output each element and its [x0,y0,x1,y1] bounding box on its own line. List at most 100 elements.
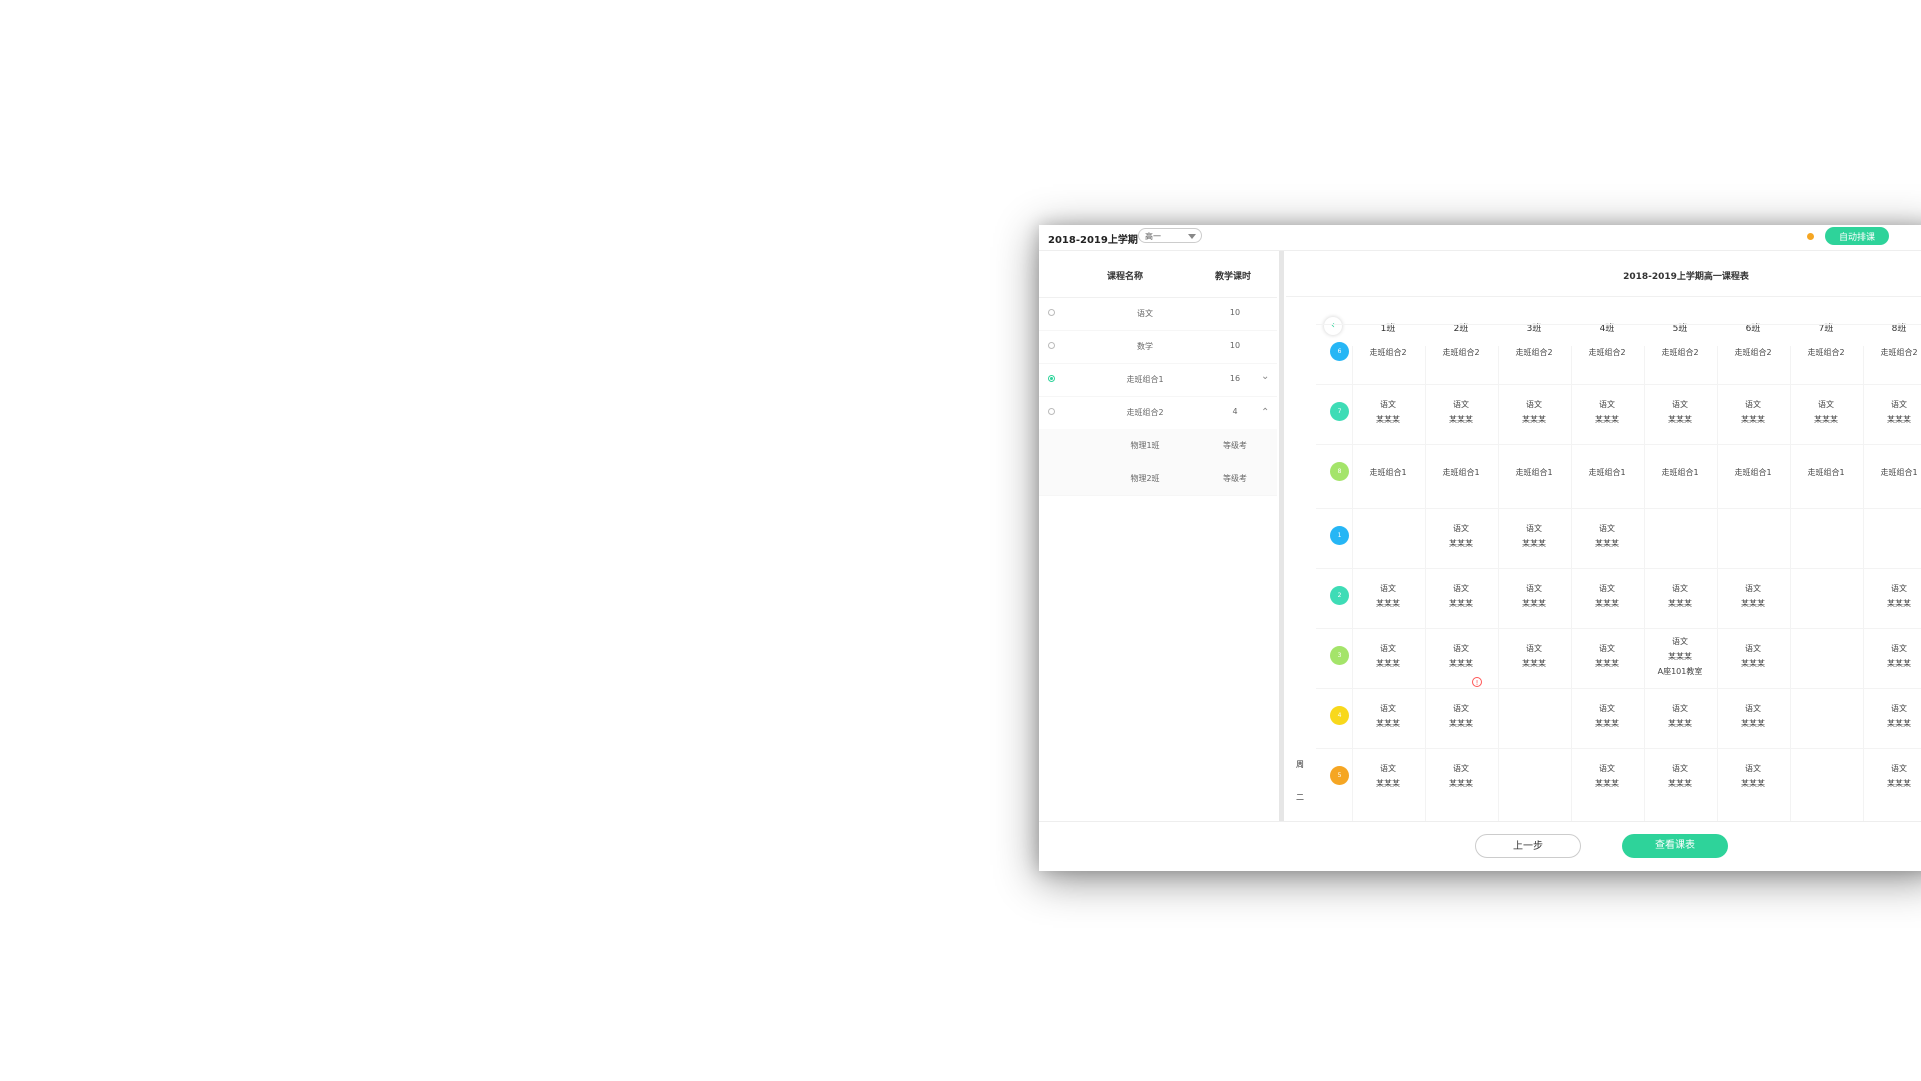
cell-text: 语文 [1891,764,1907,773]
alert-icon[interactable]: ! [1472,677,1482,687]
timetable-cell[interactable]: 语文 某某某 [1574,761,1640,791]
cell-text: 某某某 [1668,599,1692,608]
timetable-cell[interactable]: 走班组合1 [1720,465,1786,480]
timetable-cell[interactable]: 走班组合1 [1428,465,1494,480]
timetable-cell[interactable]: 语文 某某某 [1866,397,1921,427]
week-label: 二 [1296,793,1304,802]
sub-course-row[interactable]: 物理1班 等级考 [1039,429,1277,463]
chevron-down-icon[interactable]: ⌄ [1261,371,1269,382]
timetable-cell[interactable]: 语文 某某某 [1866,581,1921,611]
cell-text: 语文 [1599,524,1615,533]
grade-select[interactable]: 高一 [1138,228,1202,243]
timetable-cell[interactable]: 语文 某某某 [1355,701,1421,731]
timetable-cell[interactable]: 语文 某某某 [1647,761,1713,791]
cell-text: 语文 [1526,524,1542,533]
timetable-cell[interactable]: 语文 某某某 [1574,521,1640,551]
timetable-cell[interactable]: 语文 某某某 [1574,701,1640,731]
chevron-up-icon[interactable]: ⌃ [1261,407,1269,418]
timetable-cell[interactable]: 语文 某某某 [1866,641,1921,671]
cell-text: 某某某 [1887,415,1911,424]
timetable-cell[interactable]: 语文 某某某 [1574,581,1640,611]
period-number-badge: 1 [1330,526,1349,545]
period-number-badge: 6 [1330,342,1349,361]
course-row[interactable]: 数学 10 [1039,330,1277,364]
timetable-cell[interactable]: 语文 某某某 [1866,701,1921,731]
timetable-cell[interactable]: 语文 某某某 [1574,397,1640,427]
timetable-cell[interactable]: 语文 某某某 [1501,641,1567,671]
cell-text: 走班组合2 [1442,347,1480,357]
timetable-cell[interactable]: 走班组合2 [1720,345,1786,360]
timetable-cell[interactable]: 语文 某某某 [1720,761,1786,791]
grade-select-value: 高一 [1145,232,1161,241]
timetable-cell[interactable]: 走班组合2 [1793,345,1859,360]
timetable-cell[interactable]: 语文 某某某 [1793,397,1859,427]
cell-text: 某某某 [1376,719,1400,728]
timetable-cell[interactable]: 语文 某某某 A座101教室 [1647,634,1713,679]
course-row[interactable]: 走班组合2 4 ⌃ [1039,396,1277,430]
cell-text: 走班组合2 [1515,347,1553,357]
radio-button[interactable] [1048,342,1055,349]
timetable-cell[interactable]: 语文 某某某 [1355,397,1421,427]
chevron-left-icon[interactable]: ‹ [1324,317,1342,335]
course-row[interactable]: 走班组合1 16 ⌄ [1039,363,1277,397]
timetable-cell[interactable]: 语文 某某某 [1574,641,1640,671]
cell-text: 语文 [1891,400,1907,409]
cell-text: 语文 [1599,704,1615,713]
timetable-cell[interactable]: 语文 某某某 [1428,397,1494,427]
timetable-cell[interactable]: 走班组合2 [1428,345,1494,360]
course-row[interactable]: 语文 10 [1039,297,1277,331]
cell-text: 某某某 [1522,415,1546,424]
timetable-cell[interactable]: 走班组合1 [1501,465,1567,480]
timetable-cell[interactable]: 语文 某某某 [1428,521,1494,551]
timetable-cell[interactable]: 语文 某某某 [1355,581,1421,611]
timetable-cell[interactable]: 走班组合2 [1501,345,1567,360]
grid-line [1643,346,1645,821]
timetable-cell[interactable]: 语文 某某某 [1428,701,1494,731]
grid-line [1862,346,1864,821]
timetable-cell[interactable]: 语文 某某某 [1501,521,1567,551]
cell-text: 某某某 [1595,719,1619,728]
radio-button[interactable] [1048,375,1055,382]
cell-text: 某某某 [1376,779,1400,788]
cell-text: 走班组合1 [1661,467,1699,477]
cell-text: 语文 [1599,584,1615,593]
timetable-cell[interactable]: 走班组合1 [1866,465,1921,480]
cell-text: 语文 [1672,636,1688,646]
timetable-cell[interactable]: 走班组合1 [1793,465,1859,480]
cell-text: 某某某 [1595,659,1619,668]
timetable-cell[interactable]: 语文 某某某 [1501,581,1567,611]
auto-schedule-button[interactable]: 自动排课 [1825,227,1889,245]
timetable-cell[interactable]: 语文 某某某 [1428,641,1494,671]
timetable-cell[interactable]: 语文 某某某 [1428,581,1494,611]
timetable-cell[interactable]: 语文 某某某 [1355,641,1421,671]
timetable-cell[interactable]: 语文 某某某 [1866,761,1921,791]
timetable-cell[interactable]: 走班组合1 [1574,465,1640,480]
course-list-panel: 课程名称 教学课时 语文 10 数学 10 走班组合1 16 ⌄ 走班组合2 4… [1039,251,1277,821]
timetable-cell[interactable]: 语文 某某某 [1355,761,1421,791]
timetable-cell[interactable]: 走班组合2 [1647,345,1713,360]
warning-icon[interactable] [1807,233,1814,240]
timetable-cell[interactable]: 语文 某某某 [1647,581,1713,611]
radio-button[interactable] [1048,408,1055,415]
timetable-cell[interactable]: 走班组合1 [1647,465,1713,480]
timetable-cell[interactable]: 走班组合1 [1355,465,1421,480]
radio-button[interactable] [1048,309,1055,316]
timetable-cell[interactable]: 语文 某某某 [1428,761,1494,791]
timetable-cell[interactable]: 语文 某某某 [1720,581,1786,611]
timetable-cell[interactable]: 语文 某某某 [1647,701,1713,731]
scheduler-window: 2018-2019上学期 高一 自动排课 课程名称 教学课时 语文 10 数学 … [1039,225,1921,871]
timetable-cell[interactable]: 走班组合2 [1355,345,1421,360]
cell-text: 走班组合2 [1588,347,1626,357]
previous-step-button[interactable]: 上一步 [1475,834,1581,858]
view-timetable-button[interactable]: 查看课表 [1622,834,1728,858]
timetable-cell[interactable]: 语文 某某某 [1501,397,1567,427]
timetable-cell[interactable]: 走班组合2 [1574,345,1640,360]
timetable-cell[interactable]: 语文 某某某 [1720,701,1786,731]
panel-divider[interactable] [1279,251,1284,821]
timetable-cell[interactable]: 语文 某某某 [1720,641,1786,671]
cell-text: 某某某 [1668,779,1692,788]
sub-course-row[interactable]: 物理2班 等级考 [1039,462,1277,496]
timetable-cell[interactable]: 语文 某某某 [1647,397,1713,427]
timetable-cell[interactable]: 走班组合2 [1866,345,1921,360]
timetable-cell[interactable]: 语文 某某某 [1720,397,1786,427]
